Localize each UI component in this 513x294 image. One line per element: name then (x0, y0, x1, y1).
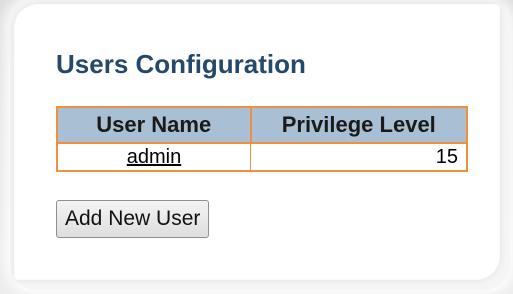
users-table: User Name Privilege Level admin 15 (56, 106, 468, 172)
users-config-content: Users Configuration User Name Privilege … (56, 48, 468, 238)
user-link-admin[interactable]: admin (127, 146, 181, 168)
column-header-user-name: User Name (56, 106, 252, 144)
column-header-privilege-level: Privilege Level (249, 106, 468, 144)
table-header-row: User Name Privilege Level (56, 106, 468, 144)
add-new-user-button[interactable]: Add New User (56, 200, 210, 238)
page-title: Users Configuration (56, 49, 306, 79)
user-name-cell: admin (56, 143, 251, 172)
table-row: admin 15 (56, 143, 468, 172)
privilege-level-cell: 15 (250, 143, 468, 172)
